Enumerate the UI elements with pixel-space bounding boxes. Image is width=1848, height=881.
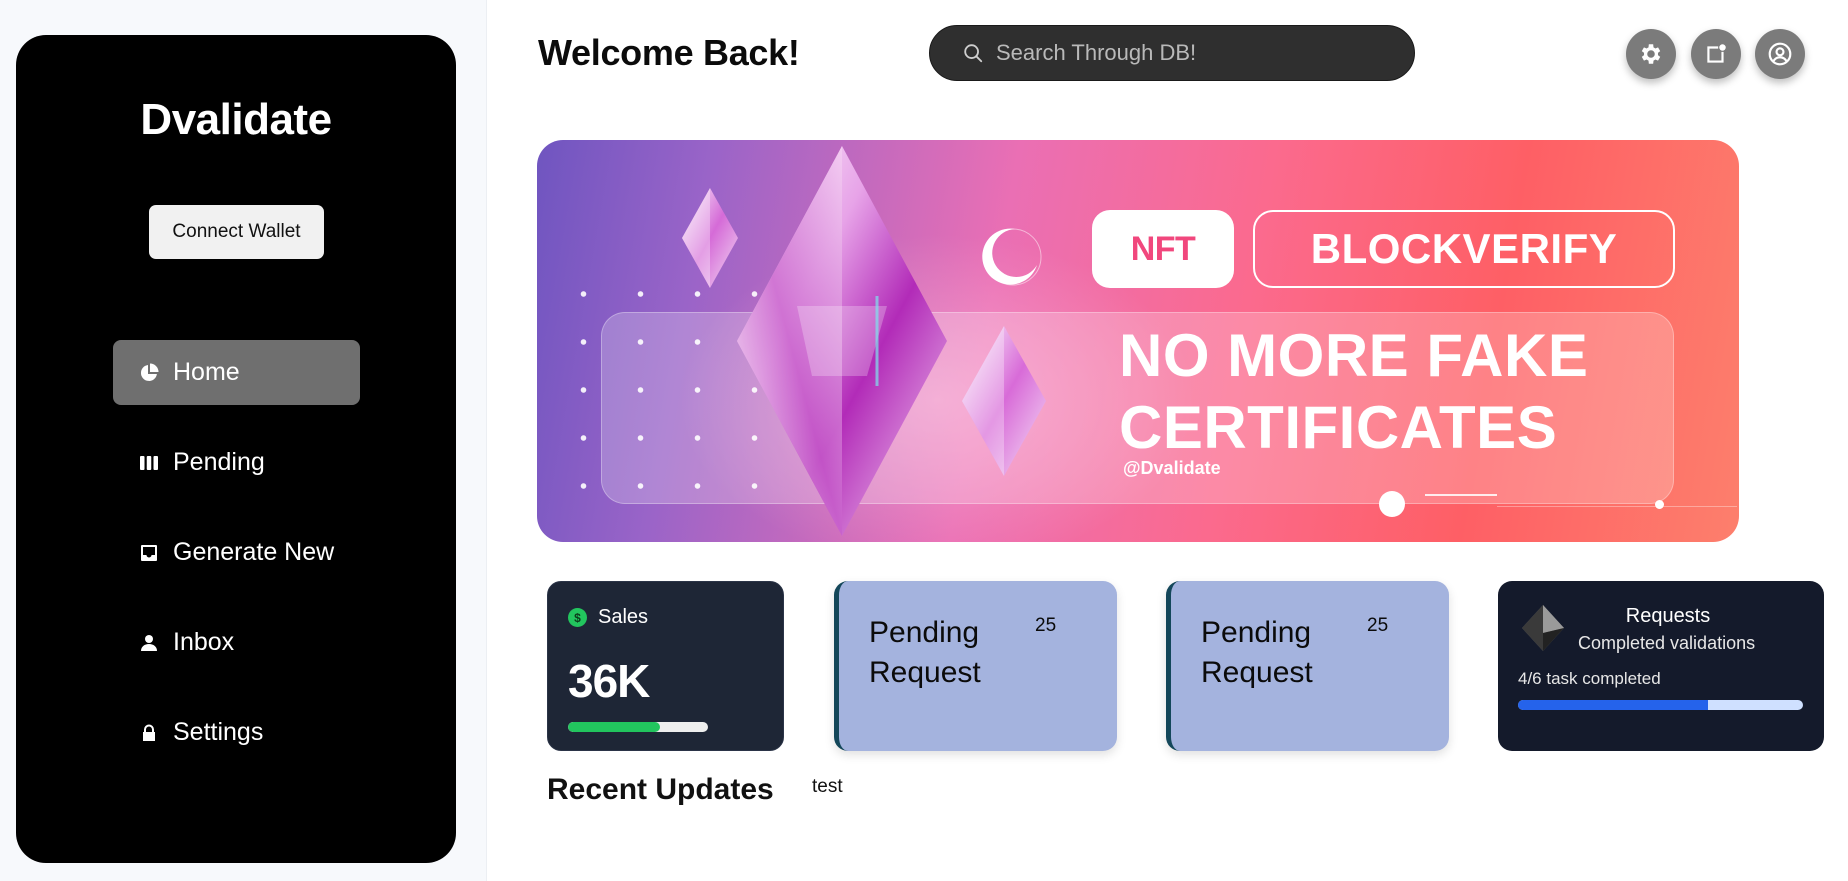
small-crystal-icon bbox=[682, 188, 738, 288]
carousel-track-faint bbox=[1497, 506, 1737, 507]
settings-button[interactable] bbox=[1626, 29, 1676, 79]
sidebar-nav: Home Pending Generate New Inbox Settings bbox=[113, 340, 360, 790]
banner-headline: NO MORE FAKE CERTIFICATES bbox=[1119, 322, 1589, 461]
connect-wallet-button[interactable]: Connect Wallet bbox=[149, 205, 324, 259]
requests-progress-fill bbox=[1518, 700, 1708, 710]
requests-progress-bar bbox=[1518, 700, 1803, 710]
user-circle-icon bbox=[1768, 42, 1792, 66]
dollar-coin-icon: $ bbox=[568, 608, 587, 627]
search-icon bbox=[964, 44, 983, 63]
lock-icon bbox=[139, 723, 159, 743]
pending-count: 25 bbox=[1367, 615, 1389, 636]
sidebar-item-label: Settings bbox=[173, 718, 264, 746]
sales-value: 36K bbox=[568, 655, 650, 707]
sales-label: Sales bbox=[598, 606, 649, 628]
medium-crystal-icon bbox=[962, 326, 1046, 476]
requests-title: Requests bbox=[1625, 605, 1711, 627]
sidebar-item-label: Inbox bbox=[173, 628, 235, 656]
pending-count: 25 bbox=[1035, 615, 1057, 636]
carousel-track bbox=[1425, 494, 1497, 496]
large-crystal-icon bbox=[737, 146, 947, 536]
sidebar-item-generate-new[interactable]: Generate New bbox=[113, 520, 360, 585]
sales-progress-fill bbox=[568, 722, 661, 732]
sidebar-item-label: Home bbox=[173, 358, 240, 386]
sidebar-item-label: Pending bbox=[173, 448, 265, 476]
carousel-end-dot bbox=[1655, 500, 1664, 509]
requests-card: Requests Completed validations 4/6 task … bbox=[1498, 581, 1824, 751]
requests-progress-text: 4/6 task completed bbox=[1518, 669, 1661, 688]
sidebar-item-settings[interactable]: Settings bbox=[113, 700, 360, 765]
pie-chart-icon bbox=[139, 363, 159, 383]
recent-updates-heading: Recent Updates bbox=[547, 773, 774, 806]
banner-handle: @Dvalidate bbox=[1123, 458, 1221, 478]
brand-logo: Dvalidate bbox=[140, 95, 332, 144]
person-icon bbox=[139, 633, 159, 653]
page-title: Welcome Back! bbox=[538, 32, 800, 73]
sales-progress-bar bbox=[568, 722, 708, 732]
crescent-icon bbox=[982, 228, 1042, 286]
profile-button[interactable] bbox=[1755, 29, 1805, 79]
sidebar-item-inbox[interactable]: Inbox bbox=[113, 610, 360, 675]
sidebar-item-pending[interactable]: Pending bbox=[113, 430, 360, 495]
sidebar-item-label: Generate New bbox=[173, 538, 335, 566]
inbox-tray-icon bbox=[139, 543, 159, 563]
recent-updates-note: test bbox=[812, 776, 843, 797]
sales-card: $ Sales 36K bbox=[547, 581, 784, 751]
notifications-button[interactable] bbox=[1691, 29, 1741, 79]
columns-icon bbox=[139, 453, 159, 473]
requests-subtitle: Completed validations bbox=[1578, 633, 1756, 653]
carousel-indicator[interactable] bbox=[1379, 491, 1405, 517]
sidebar: Dvalidate Connect Wallet Home Pending Ge… bbox=[16, 35, 456, 863]
nft-badge: NFT bbox=[1092, 210, 1234, 288]
sidebar-item-home[interactable]: Home bbox=[113, 340, 360, 405]
hero-banner: NFT BLOCKVERIFY NO MORE FAKE CERTIFICATE… bbox=[537, 140, 1739, 542]
blockverify-badge: BLOCKVERIFY bbox=[1253, 210, 1675, 288]
notification-icon bbox=[1707, 44, 1726, 63]
pending-request-card[interactable]: Pending Request 25 bbox=[1166, 581, 1449, 751]
gear-icon bbox=[1641, 44, 1661, 64]
pending-request-card[interactable]: Pending Request 25 bbox=[834, 581, 1117, 751]
search-input[interactable] bbox=[996, 40, 1376, 66]
search-bar[interactable] bbox=[929, 25, 1415, 81]
